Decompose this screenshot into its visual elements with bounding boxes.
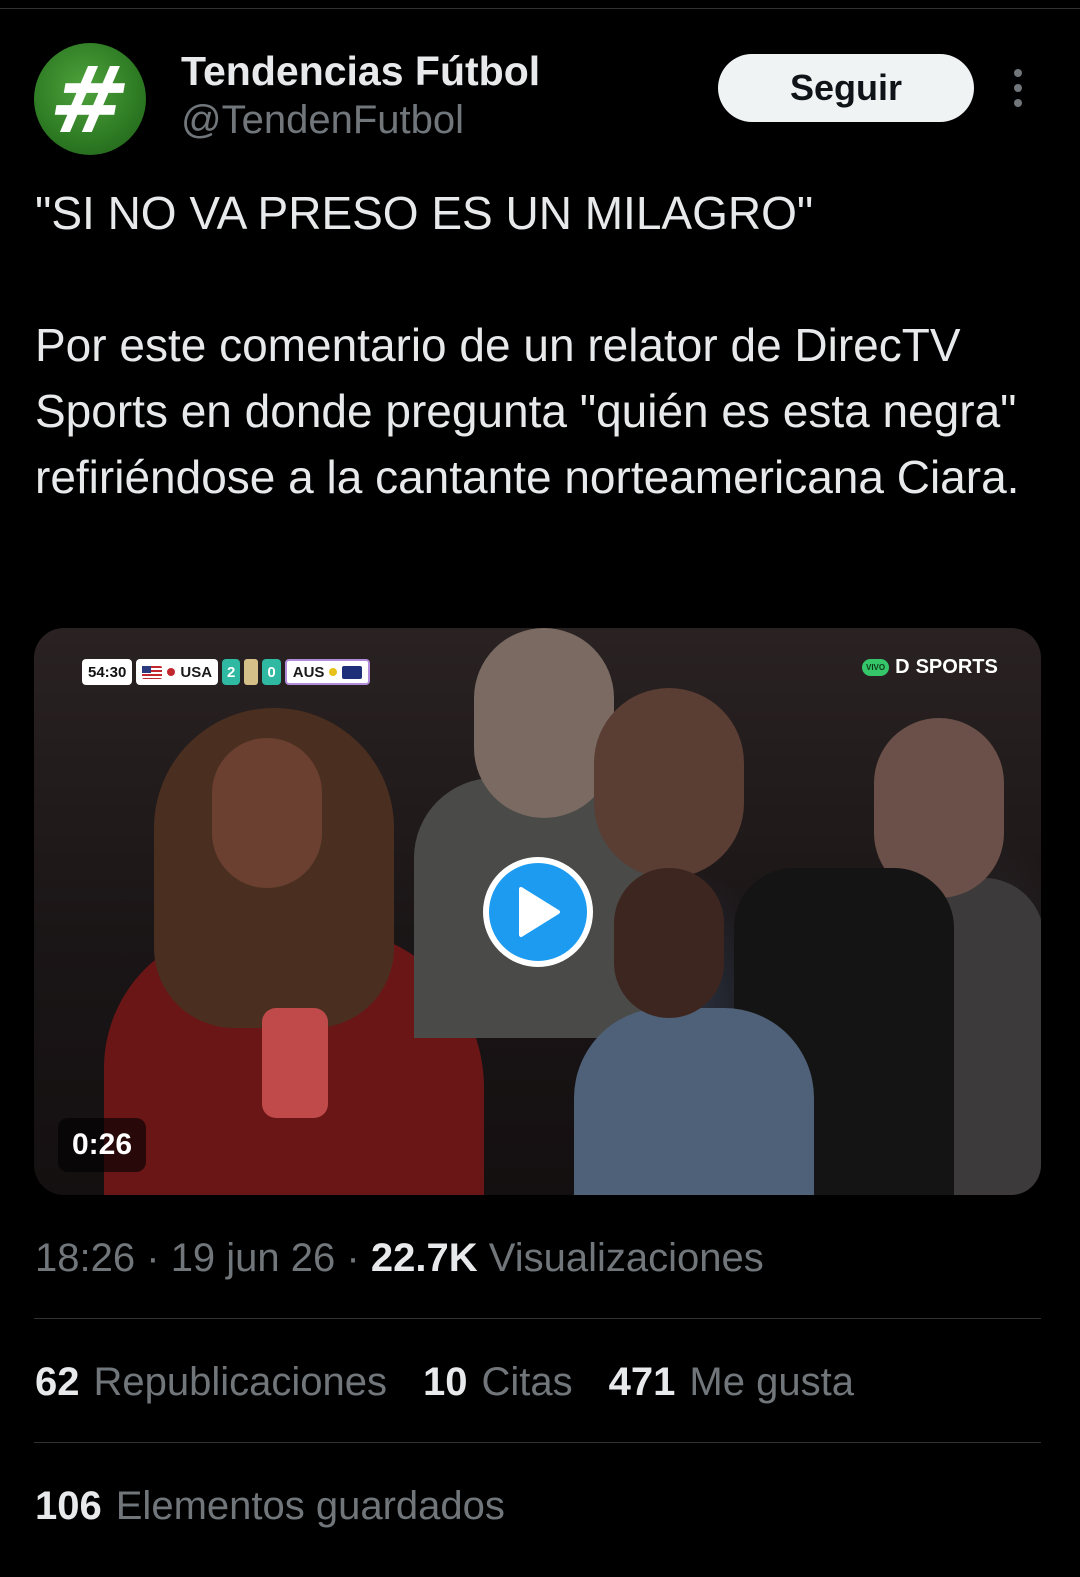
tweet-body: Por este comentario de un relator de Dir… — [35, 319, 1020, 503]
more-options-icon[interactable] — [1000, 60, 1036, 116]
likes-stat[interactable]: 471 Me gusta — [609, 1360, 854, 1405]
author-handle[interactable]: @TendenFutbol — [181, 98, 464, 143]
live-badge: VIVO — [862, 659, 890, 676]
home-score: 2 — [222, 659, 241, 685]
views-count: 22.7K — [370, 1236, 478, 1280]
channel-name: SPORTS — [915, 656, 998, 678]
tweet-headline: "SI NO VA PRESO ES UN MILAGRO" — [35, 187, 814, 239]
home-team: USA — [136, 659, 219, 685]
tweet-meta: 18:26 · 19 jun 26 · 22.7K Visualizacione… — [35, 1236, 764, 1280]
away-score: 0 — [262, 659, 281, 685]
home-team-name: USA — [180, 663, 213, 681]
tweet-text: "SI NO VA PRESO ES UN MILAGRO" Por este … — [35, 180, 1045, 510]
trophy-icon — [244, 659, 259, 685]
scorebug: 54:30 USA 2 0 AUS — [82, 658, 371, 686]
video-duration: 0:26 — [58, 1118, 147, 1172]
more-dot — [1014, 99, 1022, 107]
away-team: AUS — [284, 659, 371, 685]
play-icon[interactable] — [483, 857, 593, 967]
bookmarks-stat[interactable]: 106 Elementos guardados — [35, 1484, 505, 1529]
divider — [34, 1442, 1041, 1443]
author-display-name[interactable]: Tendencias Fútbol — [181, 48, 540, 95]
australia-flag-icon — [342, 665, 363, 679]
views-label: Visualizaciones — [488, 1236, 764, 1280]
channel-logo: VIVO D SPORTS — [862, 656, 998, 679]
divider — [34, 1318, 1041, 1319]
usa-flag-icon — [142, 665, 163, 679]
engagement-stats: 62 Republicaciones 10 Citas 471 Me gusta — [35, 1360, 854, 1405]
tweet-date[interactable]: 19 jun 26 — [171, 1236, 336, 1280]
avatar[interactable]: # — [34, 43, 146, 155]
match-clock: 54:30 — [82, 659, 133, 685]
quotes-stat[interactable]: 10 Citas — [423, 1360, 573, 1405]
avatar-hash-glyph: # — [42, 47, 139, 154]
video-player[interactable]: 54:30 USA 2 0 AUS VIVO D SPORTS 0:26 — [34, 628, 1041, 1195]
more-dot — [1014, 69, 1022, 77]
tweet-detail-page: # Tendencias Fútbol @TendenFutbol Seguir… — [0, 0, 1080, 1577]
more-dot — [1014, 84, 1022, 92]
reposts-stat[interactable]: 62 Republicaciones — [35, 1360, 387, 1405]
top-divider — [0, 8, 1080, 9]
d-logo-icon: D — [895, 656, 910, 678]
tweet-time[interactable]: 18:26 — [35, 1236, 135, 1280]
follow-button[interactable]: Seguir — [718, 54, 974, 122]
away-team-name: AUS — [292, 663, 325, 681]
